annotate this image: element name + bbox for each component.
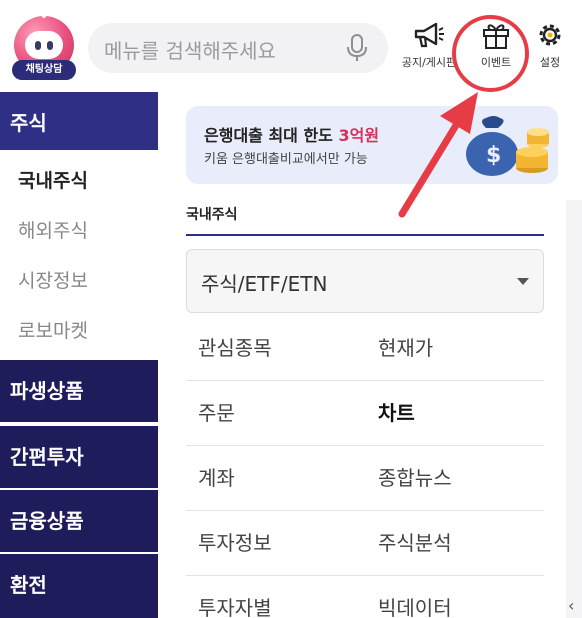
chatbot-label: 채팅상담 [12, 60, 76, 80]
nav-main-simple-invest[interactable]: 간편투자 [0, 426, 158, 488]
menu-big-data[interactable]: 빅데이터 [378, 576, 452, 618]
menu-invest-info[interactable]: 투자정보 [198, 511, 272, 576]
top-header: 채팅상담 메뉴를 검색해주세요 공지/게시판 이벤트 설정 [0, 0, 582, 92]
settings-label: 설정 [539, 56, 561, 69]
money-bag-coins-icon: $ [466, 116, 549, 176]
loan-banner[interactable]: 은행대출 최대 한도 3억원 키움 은행대출비교에서만 가능 $ [186, 106, 558, 184]
menu-row: 투자정보 주식분석 [186, 511, 544, 576]
nav-main-financial-products[interactable]: 금융상품 [0, 490, 158, 552]
category-select-value: 주식/ETF/ETN [201, 272, 328, 296]
gear-icon [539, 24, 561, 46]
menu-row: 투자자별 빅데이터 [186, 576, 544, 618]
section-title: 국내주식 [186, 207, 238, 223]
notice-board-button[interactable]: 공지/게시판 [398, 20, 460, 80]
search-placeholder: 메뉴를 검색해주세요 [104, 39, 276, 63]
main-content: 은행대출 최대 한도 3억원 키움 은행대출비교에서만 가능 $ 국내주식 주식… [170, 92, 560, 618]
megaphone-icon [414, 22, 444, 48]
chevron-left-icon[interactable]: ‹ [568, 596, 574, 615]
chatbot-button[interactable]: 채팅상담 [10, 10, 78, 82]
chevron-down-icon [517, 278, 529, 285]
notice-board-label: 공지/게시판 [401, 56, 457, 69]
nav-main-stock[interactable]: 주식 [0, 92, 158, 154]
nav-main-derivatives[interactable]: 파생상품 [0, 360, 158, 422]
section-divider [186, 234, 544, 236]
menu-watchlist[interactable]: 관심종목 [198, 316, 272, 381]
menu-order[interactable]: 주문 [198, 381, 235, 446]
subnav-overseas-stock[interactable]: 해외주식 [0, 206, 158, 256]
menu-row: 주문 차트 [186, 381, 544, 446]
left-navigation: 주식 국내주식 해외주식 시장정보 로보마켓 파생상품 간편투자 금융상품 환전 [0, 92, 158, 618]
menu-chart[interactable]: 차트 [378, 381, 415, 446]
menu-by-investor[interactable]: 투자자별 [198, 576, 272, 618]
nav-main-exchange[interactable]: 환전 [0, 554, 158, 618]
settings-button[interactable]: 설정 [528, 20, 572, 80]
subnav-domestic-stock[interactable]: 국내주식 [0, 156, 158, 206]
menu-row: 계좌 종합뉴스 [186, 446, 544, 511]
search-input[interactable]: 메뉴를 검색해주세요 [88, 23, 388, 73]
menu-row: 관심종목 현재가 [186, 316, 544, 381]
category-select[interactable]: 주식/ETF/ETN [186, 249, 544, 313]
subnav-market-info[interactable]: 시장정보 [0, 256, 158, 306]
subnav-robo-market[interactable]: 로보마켓 [0, 306, 158, 356]
banner-subtitle: 키움 은행대출비교에서만 가능 [204, 152, 368, 167]
highlight-circle [452, 15, 529, 92]
menu-news[interactable]: 종합뉴스 [378, 446, 452, 511]
svg-text:$: $ [486, 143, 501, 168]
banner-highlight: 3억원 [338, 126, 380, 145]
menu-current-price[interactable]: 현재가 [378, 316, 433, 381]
side-panel-handle[interactable]: ‹ [566, 200, 582, 618]
stock-subnav: 국내주식 해외주식 시장정보 로보마켓 [0, 150, 158, 360]
menu-account[interactable]: 계좌 [198, 446, 235, 511]
banner-title: 은행대출 최대 한도 3억원 [204, 126, 380, 145]
microphone-icon[interactable] [344, 34, 370, 62]
menu-stock-analysis[interactable]: 주식분석 [378, 511, 452, 576]
